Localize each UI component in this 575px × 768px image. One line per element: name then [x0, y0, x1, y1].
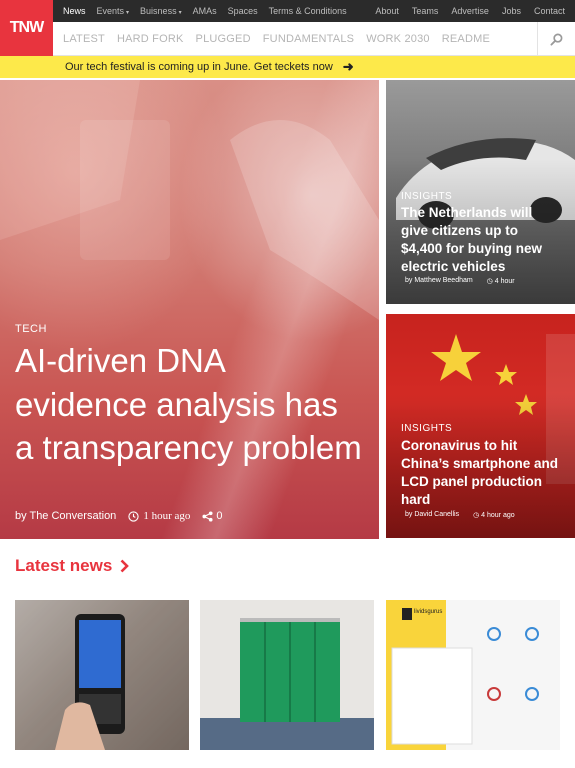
side-2-time: 4 hour ago [481, 512, 515, 519]
topnav-about[interactable]: About [375, 6, 399, 16]
nav-fundamentals[interactable]: FUNDAMENTALS [263, 33, 354, 45]
arrow-right-icon: ➜ [342, 59, 354, 74]
hero-meta: by The Conversation 1 hour ago 0 [15, 510, 222, 522]
latest-news-heading: Latest news [15, 556, 113, 575]
clock-icon: ◷ [473, 512, 482, 519]
chevron-right-icon [120, 559, 130, 573]
site-header: TNW News Events ▾ Buisness ▾ AMAs Spaces T… [0, 0, 575, 56]
nav-hard-fork[interactable]: HARD FORK [117, 33, 184, 45]
topnav-events-label: Events [96, 6, 125, 16]
topnav-advertise[interactable]: Advertise [451, 6, 489, 16]
app-screenshot-image [386, 600, 560, 750]
topnav-amas[interactable]: AMAs [193, 6, 217, 16]
side-1-time: 4 hour [494, 278, 515, 285]
nav-readme[interactable]: README [442, 33, 490, 45]
hero-share-count: 0 [216, 510, 223, 522]
caret-down-icon: ▾ [126, 10, 130, 16]
clock-icon [128, 510, 139, 522]
topnav-teams[interactable]: Teams [412, 6, 439, 16]
hero-category: TECH [15, 323, 47, 335]
topnav-terms[interactable]: Terms & Conditions [269, 6, 347, 16]
logo-text: TNW [9, 19, 44, 36]
topnav-spaces[interactable]: Spaces [228, 6, 258, 16]
clock-icon: ◷ [486, 278, 495, 285]
hero-article[interactable]: TECH AI-driven DNA evidence analysis has… [0, 80, 379, 539]
nav-work-2030[interactable]: WORK 2030 [366, 33, 430, 45]
category-nav: LATEST HARD FORK PLUGGED FUNDAMENTALS WO… [53, 22, 575, 56]
top-bar: News Events ▾ Buisness ▾ AMAs Spaces Terms… [53, 0, 575, 22]
latest-news-link[interactable]: Latest news [15, 556, 130, 576]
festival-banner[interactable]: Our tech festival is coming up in June. … [0, 56, 575, 78]
side-1-title: The Netherlands will give citizens up to… [401, 205, 543, 274]
side-2-time-wrap: ◷ 4 hour ago [473, 511, 515, 519]
phone-image [15, 600, 189, 750]
side-1-time-wrap: ◷ 4 hour [487, 277, 515, 285]
topnav-contact[interactable]: Contact [534, 6, 565, 16]
side-2-author: by David Canellis [405, 511, 460, 518]
side-article-2[interactable]: INSIGHTS Coronavirus to hit China’s smar… [386, 314, 575, 538]
hero-time: 1 hour ago [143, 510, 191, 522]
side-article-1[interactable]: INSIGHTS The Netherlands will give citiz… [386, 80, 575, 304]
hero-author: by The Conversation [15, 510, 117, 522]
topnav-events[interactable]: Events ▾ [97, 6, 130, 16]
news-thumb-panels[interactable] [200, 600, 374, 750]
share-icon[interactable] [202, 510, 213, 522]
caret-down-icon: ▾ [178, 10, 182, 16]
tnw-logo[interactable]: TNW [0, 0, 53, 56]
search-button[interactable] [537, 22, 575, 56]
side-2-category: INSIGHTS [401, 423, 453, 434]
side-2-title: Coronavirus to hit China’s smartphone an… [401, 438, 559, 507]
banner-text: Our tech festival is coming up in June. … [65, 61, 333, 73]
side-1-category: INSIGHTS [401, 191, 453, 202]
nav-plugged[interactable]: PLUGGED [196, 33, 251, 45]
panels-image [200, 618, 374, 750]
nav-latest[interactable]: LATEST [63, 33, 105, 45]
topnav-business-label: Buisness [140, 6, 177, 16]
topnav-news[interactable]: News [63, 6, 86, 16]
side-1-author: by Matthew Beedham [405, 277, 473, 284]
hero-title: AI-driven DNA evidence analysis has a tr… [15, 342, 362, 466]
hero-image-shapes [0, 80, 379, 320]
news-thumb-app[interactable]: lividsgurus [386, 600, 560, 750]
app-brand-text: lividsgurus [414, 609, 443, 615]
side-1-meta: by Matthew Beedham ◷ 4 hour [405, 277, 515, 285]
news-thumb-phone[interactable] [15, 600, 189, 750]
topnav-jobs[interactable]: Jobs [502, 6, 521, 16]
side-2-meta: by David Canellis ◷ 4 hour ago [405, 511, 515, 519]
topnav-business[interactable]: Buisness ▾ [140, 6, 182, 16]
search-icon [550, 33, 563, 46]
